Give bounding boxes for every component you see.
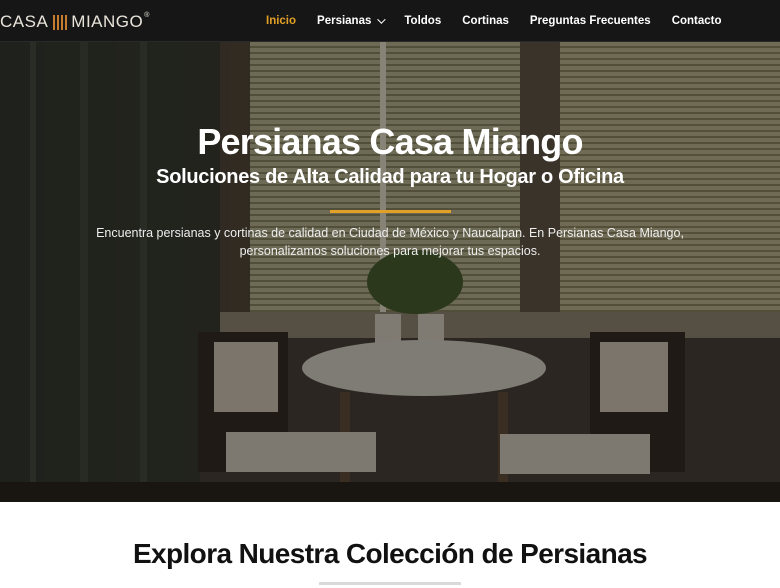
logo-bars-icon [53,14,68,30]
hero-subtitle: Soluciones de Alta Calidad para tu Hogar… [156,166,624,188]
hero-description-line-1: Encuentra persianas y cortinas de calida… [96,226,684,240]
hero-description-line-2: personalizamos soluciones para mejorar t… [239,244,541,258]
nav-item-persianas[interactable]: Persianas [317,15,387,27]
chevron-down-icon [377,15,387,24]
nav-item-toldos[interactable]: Toldos [404,15,441,27]
brand-logo[interactable]: CASA MIANGO ® [0,12,150,32]
registered-mark: ® [144,12,150,19]
top-navbar: CASA MIANGO ® Inicio Persianas Toldos Co… [0,0,780,42]
nav-item-preguntas-frecuentes[interactable]: Preguntas Frecuentes [530,15,651,27]
hero-accent-divider [330,210,451,213]
nav-item-cortinas[interactable]: Cortinas [462,15,509,27]
section-divider [319,582,461,585]
main-menu: Inicio Persianas Toldos Cortinas Pregunt… [266,0,743,42]
hero-title: Persianas Casa Miango [197,121,583,162]
logo-text-casa: CASA [0,12,49,31]
hero-banner: Persianas Casa Miango Soluciones de Alta… [0,42,780,502]
nav-item-contacto[interactable]: Contacto [672,15,722,27]
collection-section-title: Explora Nuestra Colección de Persianas [132,538,648,569]
logo-text-miango: MIANGO [71,12,144,31]
hero-dark-overlay [0,42,780,502]
hero-description: Encuentra persianas y cortinas de calida… [90,224,690,260]
nav-item-inicio[interactable]: Inicio [266,15,296,27]
